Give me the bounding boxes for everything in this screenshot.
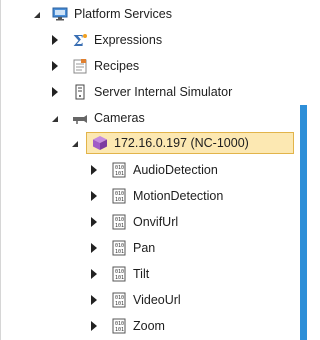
tree-node-label: VideoUrl xyxy=(133,293,181,307)
collapsed-arrow-icon[interactable] xyxy=(89,295,99,305)
sigma-icon: Σ xyxy=(73,32,87,48)
tree-node-label: Tilt xyxy=(133,267,150,281)
expanded-arrow-icon[interactable] xyxy=(70,139,80,149)
property-icon: 010 101 xyxy=(112,214,126,230)
tree-node-label: AudioDetection xyxy=(133,163,218,177)
svg-text:101: 101 xyxy=(115,197,124,203)
property-icon: 010 101 xyxy=(112,318,126,334)
server-icon xyxy=(75,84,85,100)
tree-node-label: 172.16.0.197 (NC-1000) xyxy=(114,136,249,150)
tree-node-label: Pan xyxy=(133,241,156,255)
collapsed-arrow-icon[interactable] xyxy=(50,61,60,71)
left-border xyxy=(0,0,1,340)
expanded-arrow-icon[interactable] xyxy=(50,114,60,124)
svg-text:101: 101 xyxy=(115,171,124,177)
collapsed-arrow-icon[interactable] xyxy=(50,35,60,45)
recipe-book-icon xyxy=(73,59,87,74)
collapsed-arrow-icon[interactable] xyxy=(89,217,99,227)
svg-text:101: 101 xyxy=(115,301,124,307)
accent-scroll-bar[interactable] xyxy=(300,105,307,340)
svg-text:101: 101 xyxy=(115,223,124,229)
monitor-services-icon xyxy=(52,7,68,21)
property-icon: 010 101 xyxy=(112,240,126,256)
collapsed-arrow-icon[interactable] xyxy=(89,321,99,331)
tree-node-label: OnvifUrl xyxy=(133,215,179,229)
collapsed-arrow-icon[interactable] xyxy=(89,243,99,253)
svg-text:101: 101 xyxy=(115,327,124,333)
svg-text:101: 101 xyxy=(115,275,124,281)
tree-node-label: Server Internal Simulator xyxy=(94,85,233,99)
collapsed-arrow-icon[interactable] xyxy=(50,87,60,97)
tree-node-label: Zoom xyxy=(133,319,165,333)
tree-node-label: Recipes xyxy=(94,59,140,73)
svg-text:101: 101 xyxy=(115,249,124,255)
expanded-arrow-icon[interactable] xyxy=(32,10,42,20)
collapsed-arrow-icon[interactable] xyxy=(89,191,99,201)
collapsed-arrow-icon[interactable] xyxy=(89,269,99,279)
tree-node-label: Cameras xyxy=(94,111,145,125)
tree-view[interactable]: Platform Services Σ Expressions Recipes xyxy=(0,0,307,340)
svg-text:Σ: Σ xyxy=(73,32,84,48)
camera-icon xyxy=(73,115,87,124)
property-icon: 010 101 xyxy=(112,162,126,178)
tree-node-label: Platform Services xyxy=(74,7,172,21)
property-icon: 010 101 xyxy=(112,292,126,308)
property-icon: 010 101 xyxy=(112,266,126,282)
tree-node-label: MotionDetection xyxy=(133,189,224,203)
tree-node-label: Expressions xyxy=(94,33,163,47)
collapsed-arrow-icon[interactable] xyxy=(89,165,99,175)
property-icon: 010 101 xyxy=(112,188,126,204)
cube-device-icon xyxy=(93,136,107,150)
